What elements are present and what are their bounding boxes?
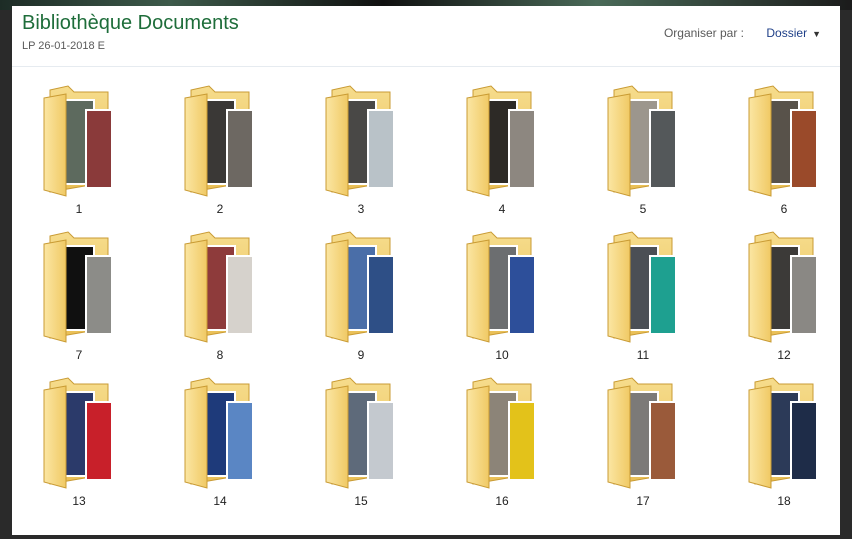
folder-icon (604, 228, 682, 346)
folder-label: 14 (213, 494, 227, 508)
folder-label: 15 (354, 494, 368, 508)
folder-item[interactable]: 15 (306, 370, 416, 510)
library-subtitle: LP 26-01-2018 E (22, 40, 105, 52)
folder-item[interactable]: 14 (165, 370, 275, 510)
folder-label: 10 (495, 348, 509, 362)
folder-icon (322, 374, 400, 492)
folder-label: 1 (75, 202, 83, 216)
folder-item[interactable]: 17 (588, 370, 698, 510)
folder-item[interactable]: 13 (24, 370, 134, 510)
folder-item[interactable]: 2 (165, 78, 275, 218)
folder-label: 18 (777, 494, 791, 508)
folder-label: 9 (357, 348, 365, 362)
folder-icon (181, 82, 259, 200)
folder-icon (745, 374, 823, 492)
folder-item[interactable]: 16 (447, 370, 557, 510)
folder-label: 13 (72, 494, 86, 508)
folder-item[interactable]: 6 (729, 78, 839, 218)
folder-icon (745, 228, 823, 346)
folder-item[interactable]: 5 (588, 78, 698, 218)
folder-label: 6 (780, 202, 788, 216)
folder-item[interactable]: 9 (306, 224, 416, 364)
library-title: Bibliothèque Documents (22, 12, 239, 34)
folder-item[interactable]: 7 (24, 224, 134, 364)
folder-icon (40, 82, 118, 200)
folder-icon (604, 82, 682, 200)
folder-item[interactable]: 1 (24, 78, 134, 218)
folder-icon (322, 228, 400, 346)
folder-item[interactable]: 8 (165, 224, 275, 364)
folder-label: 11 (636, 348, 650, 362)
folder-icon (181, 374, 259, 492)
library-header: Bibliothèque Documents LP 26-01-2018 E O… (12, 6, 840, 67)
folder-label: 7 (75, 348, 83, 362)
folder-item[interactable]: 11 (588, 224, 698, 364)
library-window: Bibliothèque Documents LP 26-01-2018 E O… (12, 6, 840, 535)
folder-icon (604, 374, 682, 492)
folder-icon (181, 228, 259, 346)
folder-label: 17 (636, 494, 650, 508)
folder-label: 4 (498, 202, 506, 216)
folder-icon (322, 82, 400, 200)
folder-label: 12 (777, 348, 791, 362)
folder-icon (463, 228, 541, 346)
arrange-by-label: Organiser par : (663, 26, 744, 40)
folder-label: 16 (495, 494, 509, 508)
folder-icon (463, 374, 541, 492)
chevron-down-icon: ▼ (812, 29, 821, 39)
folder-icon (40, 228, 118, 346)
folder-label: 8 (216, 348, 224, 362)
folder-item[interactable]: 18 (729, 370, 839, 510)
folder-item[interactable]: 3 (306, 78, 416, 218)
folder-icon (745, 82, 823, 200)
folder-item[interactable]: 10 (447, 224, 557, 364)
folder-icon (40, 374, 118, 492)
folder-label: 3 (357, 202, 365, 216)
arrange-by-value: Dossier (766, 26, 808, 40)
folder-item[interactable]: 4 (447, 78, 557, 218)
folder-icon (463, 82, 541, 200)
folder-item[interactable]: 12 (729, 224, 839, 364)
arrange-by-dropdown[interactable]: Dossier ▼ (763, 24, 824, 42)
folder-label: 2 (216, 202, 224, 216)
folder-label: 5 (639, 202, 647, 216)
